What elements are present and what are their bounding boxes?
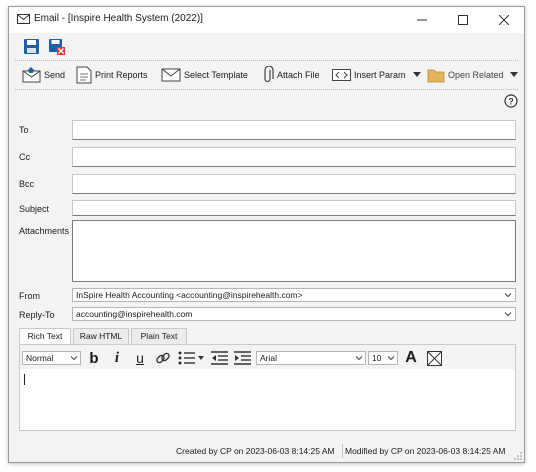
cc-label: Cc <box>19 152 30 162</box>
reply-to-select[interactable]: accounting@inspirehealth.com <box>72 307 516 321</box>
minimize-button[interactable] <box>405 9 439 31</box>
report-icon <box>76 66 92 84</box>
to-label: To <box>19 125 29 135</box>
minimize-icon <box>417 19 427 21</box>
attachments-field[interactable] <box>72 220 516 282</box>
tab-raw-html[interactable]: Raw HTML <box>73 328 129 344</box>
chevron-down-icon <box>387 356 395 361</box>
send-label: Send <box>44 70 66 80</box>
paragraph-style-value: Normal <box>26 353 54 363</box>
to-field[interactable] <box>72 120 516 140</box>
open-related-label: Open Related <box>448 70 504 80</box>
close-icon <box>499 15 509 25</box>
print-reports-button[interactable]: Print Reports <box>76 65 148 85</box>
resize-grip-icon[interactable] <box>514 452 522 460</box>
chevron-down-icon <box>198 355 204 360</box>
text-cursor <box>24 374 25 385</box>
font-size-select[interactable]: 10 <box>368 351 398 365</box>
chevron-down-icon <box>504 312 512 317</box>
print-reports-label: Print Reports <box>95 70 148 80</box>
bold-button[interactable]: b <box>84 349 104 367</box>
insert-param-button[interactable]: Insert Param <box>332 65 406 85</box>
underline-icon: u <box>136 350 144 366</box>
subject-label: Subject <box>19 204 50 214</box>
status-divider <box>342 444 343 458</box>
maximize-button[interactable] <box>446 9 480 31</box>
open-related-dropdown[interactable] <box>510 65 521 85</box>
italic-button[interactable]: i <box>107 349 127 367</box>
paperclip-icon <box>264 66 274 83</box>
chevron-down-icon <box>413 72 421 77</box>
close-button[interactable] <box>487 9 521 31</box>
bcc-field[interactable] <box>72 174 516 194</box>
folder-icon <box>427 69 445 82</box>
attach-file-label: Attach File <box>277 70 320 80</box>
reply-to-value: accounting@inspirehealth.com <box>76 309 193 319</box>
tab-rich-text[interactable]: Rich Text <box>19 328 71 344</box>
title-bar: Email - [Inspire Health System (2022)] <box>9 7 524 33</box>
subject-field[interactable] <box>72 200 516 216</box>
insert-param-dropdown[interactable] <box>413 65 424 85</box>
svg-text:?: ? <box>508 97 514 107</box>
template-mail-icon <box>161 68 181 82</box>
help-bar: ? <box>9 91 524 111</box>
modified-status: Modified by CP on 2023-06-03 8:14:25 AM <box>345 446 506 456</box>
link-button[interactable] <box>153 349 173 367</box>
rich-text-editor: Normal b i u Arial 10 A <box>19 344 516 431</box>
bcc-label: Bcc <box>19 179 35 189</box>
editor-body[interactable] <box>20 369 515 430</box>
font-color-icon: A <box>405 349 417 366</box>
save-icon[interactable] <box>23 38 40 55</box>
open-related-button[interactable]: Open Related <box>427 65 504 85</box>
maximize-icon <box>458 15 468 25</box>
select-template-label: Select Template <box>184 70 248 80</box>
chevron-down-icon <box>504 293 512 298</box>
attach-file-button[interactable]: Attach File <box>262 65 320 85</box>
bullet-list-icon <box>178 351 195 365</box>
from-value: InSpire Health Accounting <accounting@in… <box>76 290 303 300</box>
select-template-button[interactable]: Select Template <box>161 65 248 85</box>
help-icon[interactable]: ? <box>504 94 518 108</box>
link-icon <box>156 352 170 364</box>
reply-to-label: Reply-To <box>19 310 55 320</box>
attachments-label: Attachments <box>19 226 70 236</box>
send-mail-icon <box>22 67 41 83</box>
chevron-down-icon <box>355 356 363 361</box>
bullet-list-button[interactable] <box>176 349 206 367</box>
email-window: Email - [Inspire Health System (2022)] S… <box>8 6 525 463</box>
chevron-down-icon <box>70 356 78 361</box>
format-toolbar: Normal b i u Arial 10 A <box>20 345 515 369</box>
send-button[interactable]: Send <box>22 65 65 85</box>
italic-icon: i <box>114 349 120 366</box>
font-size-value: 10 <box>372 353 382 363</box>
chevron-down-icon <box>510 72 518 77</box>
indent-icon <box>233 351 251 365</box>
cc-field[interactable] <box>72 147 516 167</box>
toolbar-separator <box>15 60 518 61</box>
font-color-button[interactable]: A <box>401 349 421 367</box>
save-close-icon[interactable] <box>48 38 65 55</box>
insert-param-label: Insert Param <box>354 70 406 80</box>
underline-button[interactable]: u <box>130 349 150 367</box>
font-family-select[interactable]: Arial <box>256 351 366 365</box>
from-select[interactable]: InSpire Health Accounting <accounting@in… <box>72 288 516 302</box>
outdent-button[interactable] <box>209 349 229 367</box>
tab-plain-text[interactable]: Plain Text <box>131 328 187 344</box>
outdent-icon <box>210 351 228 365</box>
param-code-icon <box>332 69 351 81</box>
status-bar: Created by CP on 2023-06-03 8:14:25 AM M… <box>9 440 524 462</box>
toolbar-bottom-separator <box>15 89 518 90</box>
bold-icon: b <box>89 349 99 367</box>
clear-format-button[interactable] <box>424 349 444 367</box>
envelope-icon <box>17 14 30 24</box>
from-label: From <box>19 291 40 301</box>
created-status: Created by CP on 2023-06-03 8:14:25 AM <box>176 446 335 456</box>
indent-button[interactable] <box>232 349 252 367</box>
clear-format-icon <box>426 350 442 366</box>
paragraph-style-select[interactable]: Normal <box>22 351 81 365</box>
window-title: Email - [Inspire Health System (2022)] <box>34 13 203 24</box>
font-family-value: Arial <box>260 353 278 363</box>
quick-access-bar <box>9 35 524 59</box>
main-toolbar: Send Print Reports Select Template Attac… <box>9 62 524 88</box>
